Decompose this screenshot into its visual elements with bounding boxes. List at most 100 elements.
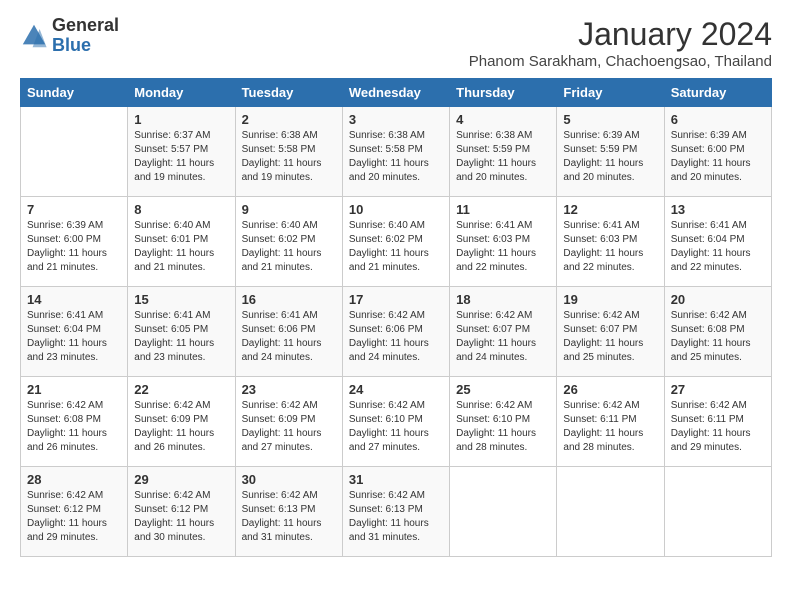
week-row-2: 7 Sunrise: 6:39 AM Sunset: 6:00 PM Daylig… xyxy=(21,197,772,287)
day-info: Sunrise: 6:41 AM Sunset: 6:06 PM Dayligh… xyxy=(242,309,336,365)
calendar-header: SundayMondayTuesdayWednesdayThursdayFrid… xyxy=(21,79,772,107)
day-cell: 11Sunrise: 6:41 AM Sunset: 6:03 PM Dayli… xyxy=(450,197,557,287)
calendar-table: SundayMondayTuesdayWednesdayThursdayFrid… xyxy=(20,78,772,557)
title-block: January 2024 Phanom Sarakham, Chachoengs… xyxy=(469,16,772,70)
day-cell: 27 Sunrise: 6:42 AM Sunset: 6:11 PM Dayli… xyxy=(664,377,771,467)
day-info: Sunrise: 6:39 AM Sunset: 6:00 PM Dayligh… xyxy=(671,129,765,185)
logo-general-text: General xyxy=(52,16,119,36)
day-cell: 6 Sunrise: 6:39 AM Sunset: 6:00 PM Daylig… xyxy=(664,107,771,197)
day-number: 4 xyxy=(456,112,550,127)
calendar-body: 1 Sunrise: 6:37 AM Sunset: 5:57 PM Daylig… xyxy=(21,107,772,557)
day-info: Sunrise: 6:42 AM Sunset: 6:08 PM Dayligh… xyxy=(671,309,765,365)
header-cell-wednesday: Wednesday xyxy=(342,79,449,107)
day-number: 31 xyxy=(349,472,443,487)
week-row-4: 21Sunrise: 6:42 AM Sunset: 6:08 PM Dayli… xyxy=(21,377,772,467)
day-cell: 25 Sunrise: 6:42 AM Sunset: 6:10 PM Dayli… xyxy=(450,377,557,467)
day-info: Sunrise: 6:42 AM Sunset: 6:09 PM Dayligh… xyxy=(242,399,336,455)
day-number: 5 xyxy=(563,112,657,127)
day-number: 27 xyxy=(671,382,765,397)
day-number: 30 xyxy=(242,472,336,487)
day-info: Sunrise: 6:42 AM Sunset: 6:09 PM Dayligh… xyxy=(134,399,228,455)
day-number: 2 xyxy=(242,112,336,127)
day-number: 17 xyxy=(349,292,443,307)
day-number: 14 xyxy=(27,292,121,307)
day-info: Sunrise: 6:42 AM Sunset: 6:11 PM Dayligh… xyxy=(563,399,657,455)
day-number: 1 xyxy=(134,112,228,127)
day-cell: 20 Sunrise: 6:42 AM Sunset: 6:08 PM Dayli… xyxy=(664,287,771,377)
day-info: Sunrise: 6:38 AM Sunset: 5:59 PM Dayligh… xyxy=(456,129,550,185)
day-cell: 4 Sunrise: 6:38 AM Sunset: 5:59 PM Daylig… xyxy=(450,107,557,197)
day-info: Sunrise: 6:40 AM Sunset: 6:02 PM Dayligh… xyxy=(242,219,336,275)
day-info: Sunrise: 6:38 AM Sunset: 5:58 PM Dayligh… xyxy=(349,129,443,185)
day-info: Sunrise: 6:41 AM Sunset: 6:04 PM Dayligh… xyxy=(27,309,121,365)
day-number: 12 xyxy=(563,202,657,217)
day-cell xyxy=(557,467,664,557)
day-number: 20 xyxy=(671,292,765,307)
day-number: 24 xyxy=(349,382,443,397)
day-cell xyxy=(450,467,557,557)
day-number: 29 xyxy=(134,472,228,487)
header-row: SundayMondayTuesdayWednesdayThursdayFrid… xyxy=(21,79,772,107)
day-cell: 31Sunrise: 6:42 AM Sunset: 6:13 PM Dayli… xyxy=(342,467,449,557)
header-cell-tuesday: Tuesday xyxy=(235,79,342,107)
day-info: Sunrise: 6:39 AM Sunset: 6:00 PM Dayligh… xyxy=(27,219,121,275)
week-row-5: 28 Sunrise: 6:42 AM Sunset: 6:12 PM Dayli… xyxy=(21,467,772,557)
day-number: 10 xyxy=(349,202,443,217)
day-info: Sunrise: 6:42 AM Sunset: 6:12 PM Dayligh… xyxy=(27,489,121,545)
day-cell: 21Sunrise: 6:42 AM Sunset: 6:08 PM Dayli… xyxy=(21,377,128,467)
day-number: 3 xyxy=(349,112,443,127)
day-cell: 1 Sunrise: 6:37 AM Sunset: 5:57 PM Daylig… xyxy=(128,107,235,197)
day-info: Sunrise: 6:42 AM Sunset: 6:13 PM Dayligh… xyxy=(242,489,336,545)
day-cell: 18 Sunrise: 6:42 AM Sunset: 6:07 PM Dayli… xyxy=(450,287,557,377)
day-cell: 8Sunrise: 6:40 AM Sunset: 6:01 PM Daylig… xyxy=(128,197,235,287)
day-info: Sunrise: 6:41 AM Sunset: 6:03 PM Dayligh… xyxy=(563,219,657,275)
week-row-1: 1 Sunrise: 6:37 AM Sunset: 5:57 PM Daylig… xyxy=(21,107,772,197)
day-number: 7 xyxy=(27,202,121,217)
day-cell: 10Sunrise: 6:40 AM Sunset: 6:02 PM Dayli… xyxy=(342,197,449,287)
day-cell: 26 Sunrise: 6:42 AM Sunset: 6:11 PM Dayli… xyxy=(557,377,664,467)
logo: General Blue xyxy=(20,16,119,56)
day-cell: 15Sunrise: 6:41 AM Sunset: 6:05 PM Dayli… xyxy=(128,287,235,377)
logo-text: General Blue xyxy=(52,16,119,56)
header-cell-friday: Friday xyxy=(557,79,664,107)
day-number: 23 xyxy=(242,382,336,397)
day-info: Sunrise: 6:42 AM Sunset: 6:08 PM Dayligh… xyxy=(27,399,121,455)
day-cell: 2Sunrise: 6:38 AM Sunset: 5:58 PM Daylig… xyxy=(235,107,342,197)
day-info: Sunrise: 6:42 AM Sunset: 6:11 PM Dayligh… xyxy=(671,399,765,455)
day-cell: 12 Sunrise: 6:41 AM Sunset: 6:03 PM Dayli… xyxy=(557,197,664,287)
day-number: 26 xyxy=(563,382,657,397)
day-number: 9 xyxy=(242,202,336,217)
header-cell-monday: Monday xyxy=(128,79,235,107)
day-info: Sunrise: 6:42 AM Sunset: 6:10 PM Dayligh… xyxy=(349,399,443,455)
day-info: Sunrise: 6:41 AM Sunset: 6:04 PM Dayligh… xyxy=(671,219,765,275)
day-info: Sunrise: 6:42 AM Sunset: 6:07 PM Dayligh… xyxy=(456,309,550,365)
day-cell: 16 Sunrise: 6:41 AM Sunset: 6:06 PM Dayli… xyxy=(235,287,342,377)
header-cell-thursday: Thursday xyxy=(450,79,557,107)
day-info: Sunrise: 6:37 AM Sunset: 5:57 PM Dayligh… xyxy=(134,129,228,185)
day-info: Sunrise: 6:41 AM Sunset: 6:03 PM Dayligh… xyxy=(456,219,550,275)
day-info: Sunrise: 6:42 AM Sunset: 6:06 PM Dayligh… xyxy=(349,309,443,365)
day-number: 18 xyxy=(456,292,550,307)
day-number: 13 xyxy=(671,202,765,217)
day-number: 16 xyxy=(242,292,336,307)
day-number: 25 xyxy=(456,382,550,397)
day-info: Sunrise: 6:39 AM Sunset: 5:59 PM Dayligh… xyxy=(563,129,657,185)
day-number: 28 xyxy=(27,472,121,487)
day-cell: 13 Sunrise: 6:41 AM Sunset: 6:04 PM Dayli… xyxy=(664,197,771,287)
day-cell: 14 Sunrise: 6:41 AM Sunset: 6:04 PM Dayli… xyxy=(21,287,128,377)
header-cell-sunday: Sunday xyxy=(21,79,128,107)
day-cell xyxy=(21,107,128,197)
day-number: 6 xyxy=(671,112,765,127)
day-cell xyxy=(664,467,771,557)
logo-blue-text: Blue xyxy=(52,36,119,56)
day-cell: 23 Sunrise: 6:42 AM Sunset: 6:09 PM Dayli… xyxy=(235,377,342,467)
day-info: Sunrise: 6:42 AM Sunset: 6:10 PM Dayligh… xyxy=(456,399,550,455)
day-info: Sunrise: 6:42 AM Sunset: 6:07 PM Dayligh… xyxy=(563,309,657,365)
day-cell: 22Sunrise: 6:42 AM Sunset: 6:09 PM Dayli… xyxy=(128,377,235,467)
week-row-3: 14 Sunrise: 6:41 AM Sunset: 6:04 PM Dayli… xyxy=(21,287,772,377)
day-info: Sunrise: 6:41 AM Sunset: 6:05 PM Dayligh… xyxy=(134,309,228,365)
location-title: Phanom Sarakham, Chachoengsao, Thailand xyxy=(469,53,772,70)
day-cell: 24 Sunrise: 6:42 AM Sunset: 6:10 PM Dayli… xyxy=(342,377,449,467)
day-cell: 19Sunrise: 6:42 AM Sunset: 6:07 PM Dayli… xyxy=(557,287,664,377)
day-cell: 5 Sunrise: 6:39 AM Sunset: 5:59 PM Daylig… xyxy=(557,107,664,197)
